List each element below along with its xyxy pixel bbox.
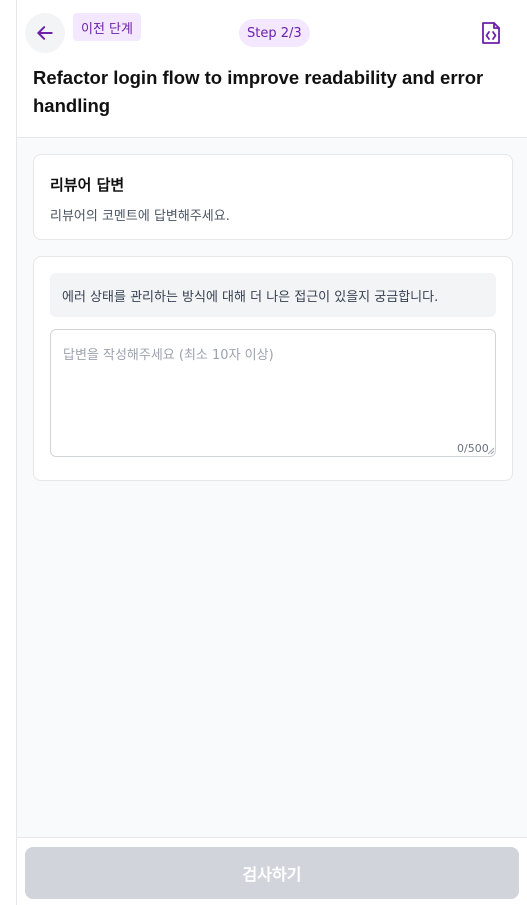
card-description: 리뷰어의 코멘트에 답변해주세요. xyxy=(50,209,230,224)
header: 이전 단계 Step 2/3 Refactor login flow to im… xyxy=(17,0,527,138)
back-button[interactable] xyxy=(25,13,65,53)
char-counter: 0/500 xyxy=(457,442,489,455)
reviewer-reply-card: 리뷰어 답변 리뷰어의 코멘트에 답변해주세요. xyxy=(33,154,513,240)
footer: 검사하기 xyxy=(17,837,527,905)
step-indicator: Step 2/3 xyxy=(239,19,310,47)
reviewer-comment: 에러 상태를 관리하는 방식에 대해 더 나은 접근이 있을지 궁금합니다. xyxy=(50,273,496,317)
prev-step-badge[interactable]: 이전 단계 xyxy=(73,13,141,41)
reply-textarea[interactable] xyxy=(50,329,496,457)
page-title: Refactor login flow to improve readabili… xyxy=(33,67,484,116)
card-title: 리뷰어 답변 xyxy=(50,176,125,194)
file-code-icon xyxy=(482,22,500,44)
reply-card: 에러 상태를 관리하는 방식에 대해 더 나은 접근이 있을지 궁금합니다. 0… xyxy=(33,256,513,481)
view-code-button[interactable] xyxy=(475,17,507,49)
app-container: 이전 단계 Step 2/3 Refactor login flow to im… xyxy=(16,0,527,905)
arrow-left-icon xyxy=(37,26,53,40)
resize-handle-icon[interactable] xyxy=(487,447,495,455)
inspect-button[interactable]: 검사하기 xyxy=(25,847,519,899)
